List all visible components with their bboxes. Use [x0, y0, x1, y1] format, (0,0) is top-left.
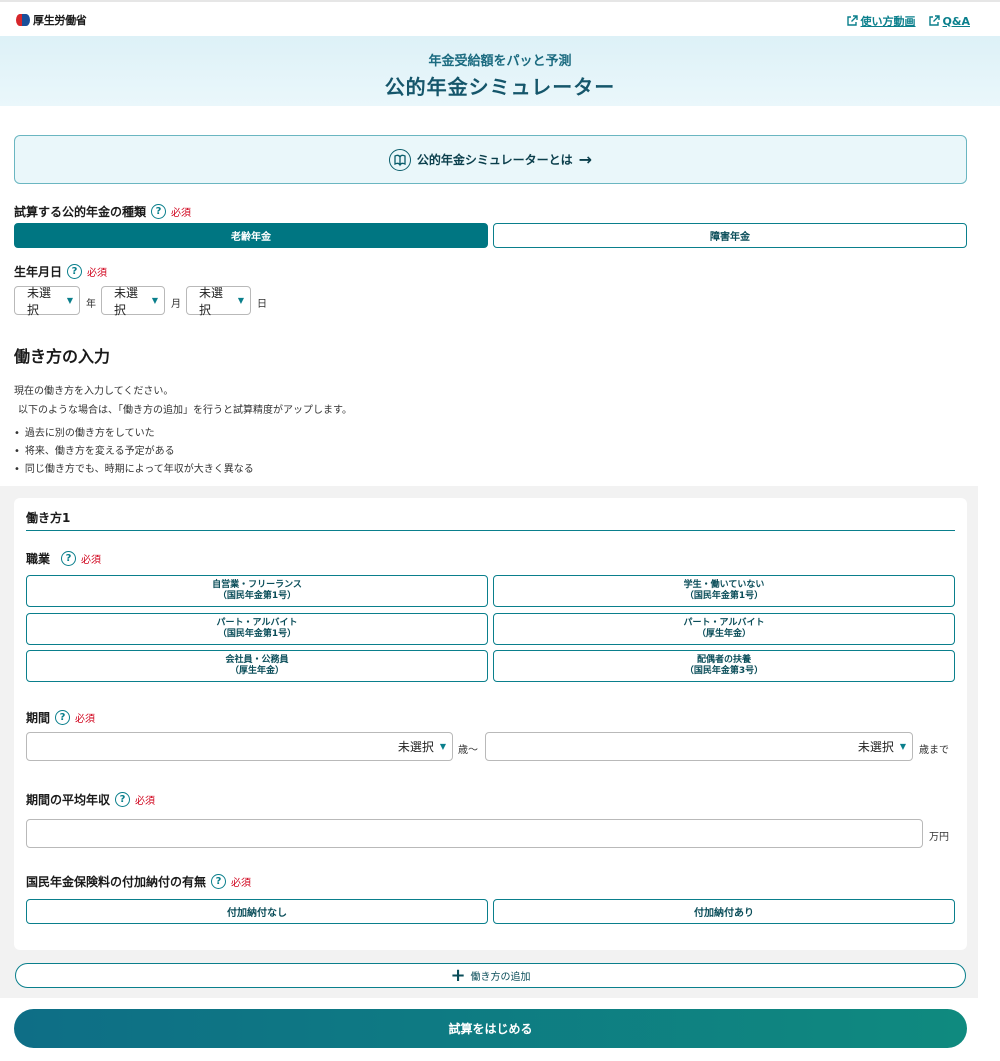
- occupation-line1: 会社員・公務員: [225, 655, 289, 665]
- occupation-spouse-dependent-button[interactable]: 配偶者の扶養 （国民年金第3号）: [493, 650, 955, 682]
- caret-down-icon: ▼: [237, 296, 244, 305]
- top-bar: 厚生労働省 使い方動画 Q&A: [0, 0, 1000, 36]
- birth-month-select[interactable]: 未選択 ▼: [101, 285, 165, 317]
- add-work-label: 働き方の追加: [470, 972, 531, 983]
- income-text: 期間の平均年収: [26, 793, 111, 807]
- occupation-line2: （国民年金第1号）: [684, 591, 764, 601]
- ministry-logo-icon: [16, 13, 30, 27]
- income-unit: 万円: [929, 832, 949, 843]
- pension-type-text: 試算する公的年金の種類: [14, 205, 147, 219]
- required-badge: 必須: [171, 208, 192, 219]
- caret-down-icon: ▼: [151, 296, 158, 305]
- occupation-student-button[interactable]: 学生・働いていない （国民年金第1号）: [493, 575, 955, 607]
- period-label: 期間 ? 必須: [26, 709, 95, 726]
- with-additional-premium-button[interactable]: 付加納付あり: [493, 899, 955, 924]
- occupation-line2: （国民年金第3号）: [684, 666, 764, 676]
- bullet-item: 過去に別の働き方をしていた: [14, 424, 155, 439]
- intro-text-2: 以下のような場合は、「働き方の追加」を行うと試算精度がアップします。: [18, 405, 352, 416]
- ministry-logo[interactable]: 厚生労働省: [16, 12, 87, 28]
- occupation-line1: 配偶者の扶養: [696, 655, 751, 665]
- external-link-icon: [928, 15, 940, 26]
- period-from-unit: 歳～: [458, 745, 478, 756]
- usage-video-label: 使い方動画: [860, 15, 916, 28]
- about-label: 公的年金シミュレーターとは: [416, 153, 573, 167]
- pension-type-label: 試算する公的年金の種類 ? 必須: [14, 203, 191, 220]
- income-input[interactable]: [26, 819, 923, 848]
- period-from-select[interactable]: 未選択 ▼: [26, 732, 453, 761]
- occupation-line1: パート・アルバイト: [683, 618, 765, 628]
- caret-down-icon: ▼: [66, 296, 73, 305]
- occupation-text: 職業: [26, 552, 51, 566]
- period-to-unit: 歳まで: [919, 745, 949, 756]
- additional-premium-label: 国民年金保険料の付加納付の有無 ? 必須: [26, 873, 251, 890]
- occupation-parttime-kosei-button[interactable]: パート・アルバイト （厚生年金）: [493, 613, 955, 645]
- help-icon[interactable]: ?: [211, 874, 227, 889]
- period-to-value: 未選択: [857, 740, 894, 754]
- required-badge: 必須: [75, 714, 96, 725]
- required-badge: 必須: [135, 796, 156, 807]
- intro-text-1: 現在の働き方を入力してください。: [14, 386, 174, 397]
- occupation-line2: （厚生年金）: [696, 629, 751, 639]
- occupation-self-employed-button[interactable]: 自営業・フリーランス （国民年金第1号）: [26, 575, 488, 607]
- required-badge: 必須: [87, 268, 108, 279]
- plus-icon: +: [450, 964, 466, 986]
- birth-day-select[interactable]: 未選択 ▼: [186, 285, 251, 317]
- period-from-value: 未選択: [397, 740, 434, 754]
- occupation-line2: （国民年金第1号）: [217, 629, 297, 639]
- header-links: 使い方動画 Q&A: [846, 13, 970, 29]
- qa-label: Q&A: [942, 14, 970, 28]
- usage-video-link[interactable]: 使い方動画: [846, 13, 916, 29]
- qa-link[interactable]: Q&A: [928, 13, 970, 29]
- birth-month-value: 未選択: [114, 285, 139, 317]
- birthdate-text: 生年月日: [14, 265, 63, 279]
- additional-premium-text: 国民年金保険料の付加納付の有無: [26, 875, 207, 889]
- required-badge: 必須: [231, 878, 252, 889]
- birth-year-select[interactable]: 未選択 ▼: [14, 285, 80, 317]
- occupation-line1: 学生・働いていない: [683, 580, 765, 590]
- occupation-line2: （国民年金第1号）: [217, 591, 297, 601]
- occupation-employee-button[interactable]: 会社員・公務員 （厚生年金）: [26, 650, 488, 682]
- disability-pension-button[interactable]: 障害年金: [493, 223, 967, 248]
- arrow-right-icon: →: [578, 150, 593, 169]
- period-to-select[interactable]: 未選択 ▼: [485, 732, 913, 761]
- occupation-line1: 自営業・フリーランス: [212, 580, 302, 590]
- no-additional-premium-button[interactable]: 付加納付なし: [26, 899, 488, 924]
- period-text: 期間: [26, 711, 51, 725]
- old-age-pension-button[interactable]: 老齢年金: [14, 223, 488, 248]
- divider: [26, 530, 955, 531]
- year-unit: 年: [86, 299, 96, 310]
- occupation-label: 職業 ? 必須: [26, 550, 101, 567]
- help-icon[interactable]: ?: [67, 264, 83, 279]
- book-icon: [388, 148, 411, 171]
- help-icon[interactable]: ?: [151, 204, 167, 219]
- start-simulation-button[interactable]: 試算をはじめる: [14, 1009, 967, 1048]
- caret-down-icon: ▼: [899, 742, 906, 751]
- hero-banner: 年金受給額をパッと予測 公的年金シミュレーター: [0, 36, 1000, 106]
- occupation-line1: パート・アルバイト: [216, 618, 298, 628]
- bullet-item: 同じ働き方でも、時期によって年収が大きく異なる: [14, 460, 254, 475]
- work-section-heading: 働き方の入力: [14, 347, 111, 366]
- hero-subtitle: 年金受給額をパッと予測: [428, 54, 572, 69]
- month-unit: 月: [171, 299, 181, 310]
- help-icon[interactable]: ?: [61, 551, 77, 566]
- income-label: 期間の平均年収 ? 必須: [26, 791, 155, 808]
- birth-year-value: 未選択: [27, 285, 52, 317]
- occupation-parttime-kokumin-button[interactable]: パート・アルバイト （国民年金第1号）: [26, 613, 488, 645]
- help-icon[interactable]: ?: [115, 792, 131, 807]
- birthdate-label: 生年月日 ? 必須: [14, 263, 107, 280]
- help-icon[interactable]: ?: [55, 710, 71, 725]
- about-simulator-button[interactable]: 公的年金シミュレーターとは →: [14, 135, 967, 184]
- external-link-icon: [846, 15, 858, 26]
- bullet-item: 将来、働き方を変える予定がある: [14, 442, 175, 457]
- required-badge: 必須: [81, 555, 102, 566]
- occupation-line2: （厚生年金）: [229, 666, 284, 676]
- logo-text: 厚生労働省: [33, 14, 87, 27]
- birth-day-value: 未選択: [199, 285, 224, 317]
- page-title: 公的年金シミュレーター: [384, 75, 616, 99]
- work-card-title: 働き方1: [26, 511, 71, 525]
- day-unit: 日: [257, 299, 267, 310]
- caret-down-icon: ▼: [439, 742, 446, 751]
- add-work-button[interactable]: + 働き方の追加: [15, 963, 966, 988]
